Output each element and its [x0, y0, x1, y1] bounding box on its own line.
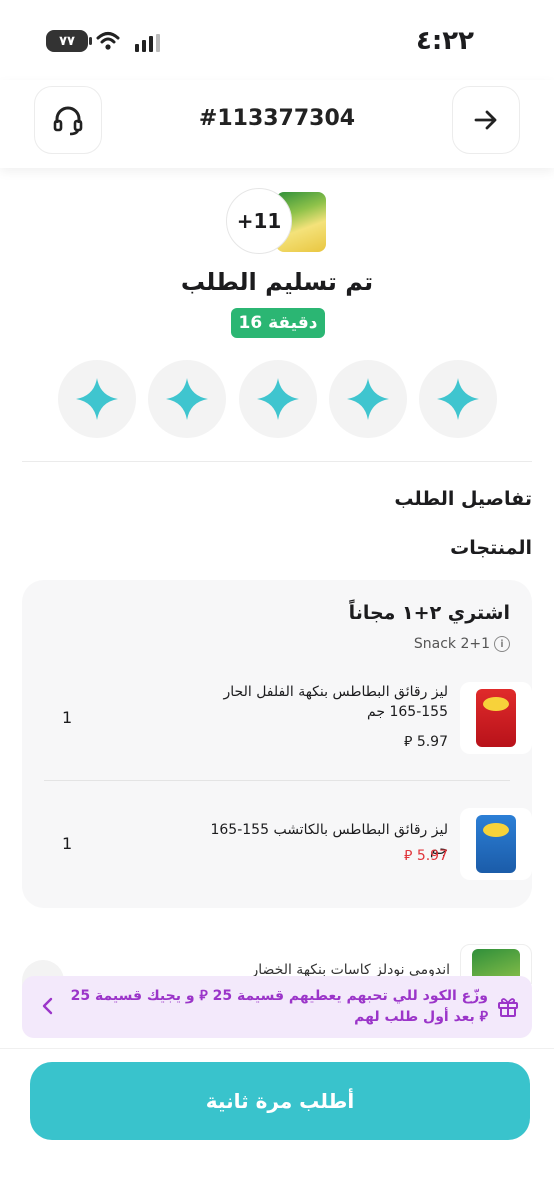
- item-divider: [44, 780, 510, 781]
- product-name: ليز رقائق البطاطس بنكهة الفلفل الحار 155…: [223, 684, 448, 720]
- order-items-preview[interactable]: +11: [226, 188, 330, 258]
- rating-star-5[interactable]: [58, 360, 136, 438]
- sparkle-star-icon: [76, 378, 118, 420]
- product-price: 5.97 ⃁: [404, 732, 448, 750]
- reorder-button[interactable]: أطلب مرة ثانية: [30, 1062, 530, 1140]
- battery-icon: ٧٧: [46, 30, 92, 52]
- product-item[interactable]: ليز رقائق البطاطس بنكهة الفلفل الحار 155…: [22, 682, 532, 772]
- header: #113377304: [0, 80, 554, 168]
- sparkle-star-icon: [257, 378, 299, 420]
- rating-star-3[interactable]: [239, 360, 317, 438]
- product-quantity: 1: [62, 834, 73, 853]
- rating-star-2[interactable]: [329, 360, 407, 438]
- price-value: 5.97: [416, 848, 448, 864]
- referral-banner[interactable]: وزّع الكود للي تحبهم يعطيهم قسيمة 25 ⃁ و…: [22, 976, 532, 1038]
- chips-bag-icon: [476, 815, 516, 873]
- rating-stars: [58, 360, 498, 438]
- arrow-right-icon: [474, 110, 497, 130]
- back-button[interactable]: [452, 86, 520, 154]
- promo-subtitle-row: Snack 2+1 i: [414, 636, 510, 652]
- currency-symbol: ⃁: [404, 848, 413, 864]
- battery-level: ٧٧: [59, 33, 75, 49]
- wifi-icon: [96, 32, 120, 50]
- product-item[interactable]: ليز رقائق البطاطس بالكاتشب 155-165 جم 5.…: [22, 808, 532, 898]
- promo-subtitle: Snack 2+1: [413, 636, 490, 652]
- sparkle-star-icon: [166, 378, 208, 420]
- sparkle-star-icon: [437, 378, 479, 420]
- divider: [22, 461, 532, 462]
- product-price: 5.97 ⃁: [404, 846, 448, 864]
- referral-banner-text: وزّع الكود للي تحبهم يعطيهم قسيمة 25 ⃁ و…: [70, 988, 488, 1025]
- eta-badge: 16 دقيقة: [231, 308, 325, 338]
- rating-star-1[interactable]: [419, 360, 497, 438]
- chevron-left-icon[interactable]: [36, 994, 60, 1018]
- product-image: [460, 808, 532, 880]
- signal-icon: [135, 34, 160, 52]
- status-time: ٤:٢٢: [415, 26, 474, 56]
- extra-items-count: +11: [226, 188, 292, 254]
- product-image: [460, 682, 532, 754]
- gift-icon: [498, 998, 518, 1017]
- sparkle-star-icon: [347, 378, 389, 420]
- chips-bag-icon: [476, 689, 516, 747]
- rating-star-4[interactable]: [148, 360, 226, 438]
- currency-symbol: ⃁: [404, 734, 413, 750]
- product-quantity: 1: [62, 708, 73, 727]
- products-title: المنتجات: [450, 537, 532, 559]
- status-bar: ٧٧ ٤:٢٢: [0, 0, 554, 80]
- order-status-title: تم تسليم الطلب: [180, 268, 374, 296]
- order-details-title: تفاصيل الطلب: [394, 488, 532, 510]
- info-icon[interactable]: i: [494, 636, 510, 652]
- promo-title: اشتري ٢+١ مجاناً: [348, 602, 510, 624]
- promo-products-card: اشتري ٢+١ مجاناً Snack 2+1 i ليز رقائق ا…: [22, 580, 532, 908]
- price-value: 5.97: [416, 734, 448, 750]
- product-name: اندومي نودلز كاسات بنكهة الخضار 60 جم: [251, 962, 451, 976]
